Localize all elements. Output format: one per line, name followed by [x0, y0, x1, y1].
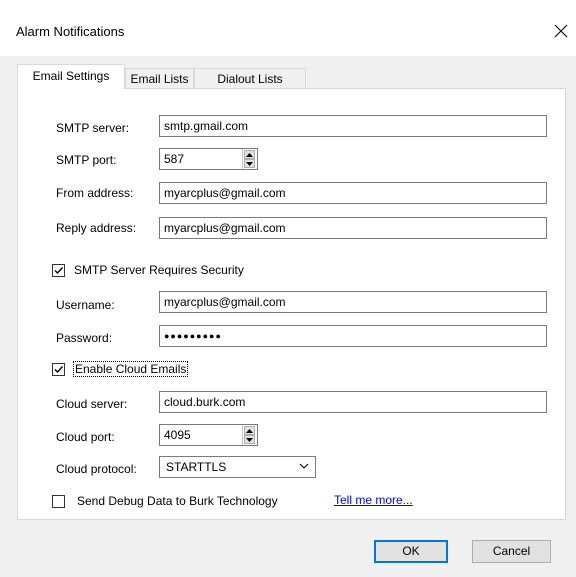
ok-button[interactable]: OK: [374, 540, 448, 563]
cloud-protocol-select[interactable]: STARTTLS: [159, 456, 316, 478]
smtp-port-label: SMTP port:: [56, 153, 117, 167]
title-bar: Alarm Notifications: [0, 0, 576, 56]
tab-email-settings-label: Email Settings: [32, 69, 110, 83]
smtp-port-value: 587: [164, 152, 185, 166]
from-address-input[interactable]: myarcplus@gmail.com: [159, 182, 547, 204]
from-address-label: From address:: [56, 186, 134, 200]
cloud-port-down-button[interactable]: [244, 435, 255, 444]
tab-email-settings[interactable]: Email Settings: [17, 64, 125, 89]
chevron-down-icon: [299, 463, 309, 469]
enable-cloud-checkbox[interactable]: [52, 363, 65, 376]
requires-security-label: SMTP Server Requires Security: [74, 263, 244, 277]
cloud-port-input[interactable]: 4095: [159, 424, 258, 446]
smtp-port-input[interactable]: 587: [159, 148, 258, 170]
tab-dialout-lists[interactable]: Dialout Lists: [194, 68, 306, 88]
send-debug-label: Send Debug Data to Burk Technology: [77, 494, 278, 508]
cloud-port-spinner[interactable]: [242, 425, 257, 445]
password-input[interactable]: ●●●●●●●●●: [159, 325, 547, 347]
spin-up-icon: [246, 152, 253, 157]
close-button[interactable]: [548, 18, 574, 44]
cloud-protocol-value: STARTTLS: [166, 460, 227, 474]
tab-email-lists-label: Email Lists: [130, 72, 189, 86]
password-label: Password:: [56, 331, 113, 345]
close-icon: [554, 24, 568, 38]
tell-me-more-link[interactable]: Tell me more...: [334, 493, 413, 507]
cloud-protocol-label: Cloud protocol:: [56, 462, 137, 476]
send-debug-checkbox[interactable]: [52, 495, 65, 508]
spin-up-icon: [246, 428, 253, 433]
reply-address-input[interactable]: myarcplus@gmail.com: [159, 217, 547, 239]
spin-down-icon: [246, 437, 253, 442]
cancel-button[interactable]: Cancel: [472, 540, 551, 563]
enable-cloud-label: Enable Cloud Emails: [73, 361, 189, 377]
check-icon: [54, 366, 64, 374]
tab-dialout-lists-label: Dialout Lists: [217, 72, 283, 86]
alarm-notifications-dialog: Alarm Notifications Email Settings Email…: [0, 0, 576, 577]
requires-security-checkbox[interactable]: [52, 264, 65, 277]
reply-address-label: Reply address:: [56, 221, 137, 235]
tab-email-lists[interactable]: Email Lists: [125, 68, 194, 88]
cloud-port-up-button[interactable]: [244, 426, 255, 435]
email-settings-panel: SMTP server: smtp.gmail.com SMTP port: 5…: [17, 88, 566, 520]
username-label: Username:: [56, 298, 115, 312]
check-icon: [54, 267, 64, 275]
smtp-port-up-button[interactable]: [244, 150, 255, 159]
cloud-port-value: 4095: [164, 428, 191, 442]
smtp-port-down-button[interactable]: [244, 159, 255, 168]
spin-down-icon: [246, 161, 253, 166]
smtp-port-spinner[interactable]: [242, 149, 257, 169]
cloud-server-label: Cloud server:: [56, 397, 128, 411]
cloud-port-label: Cloud port:: [56, 430, 115, 444]
window-title: Alarm Notifications: [16, 24, 125, 39]
smtp-server-input[interactable]: smtp.gmail.com: [159, 115, 547, 137]
smtp-server-label: SMTP server:: [56, 121, 130, 135]
username-input[interactable]: myarcplus@gmail.com: [159, 291, 547, 313]
cloud-server-input[interactable]: cloud.burk.com: [159, 391, 547, 413]
